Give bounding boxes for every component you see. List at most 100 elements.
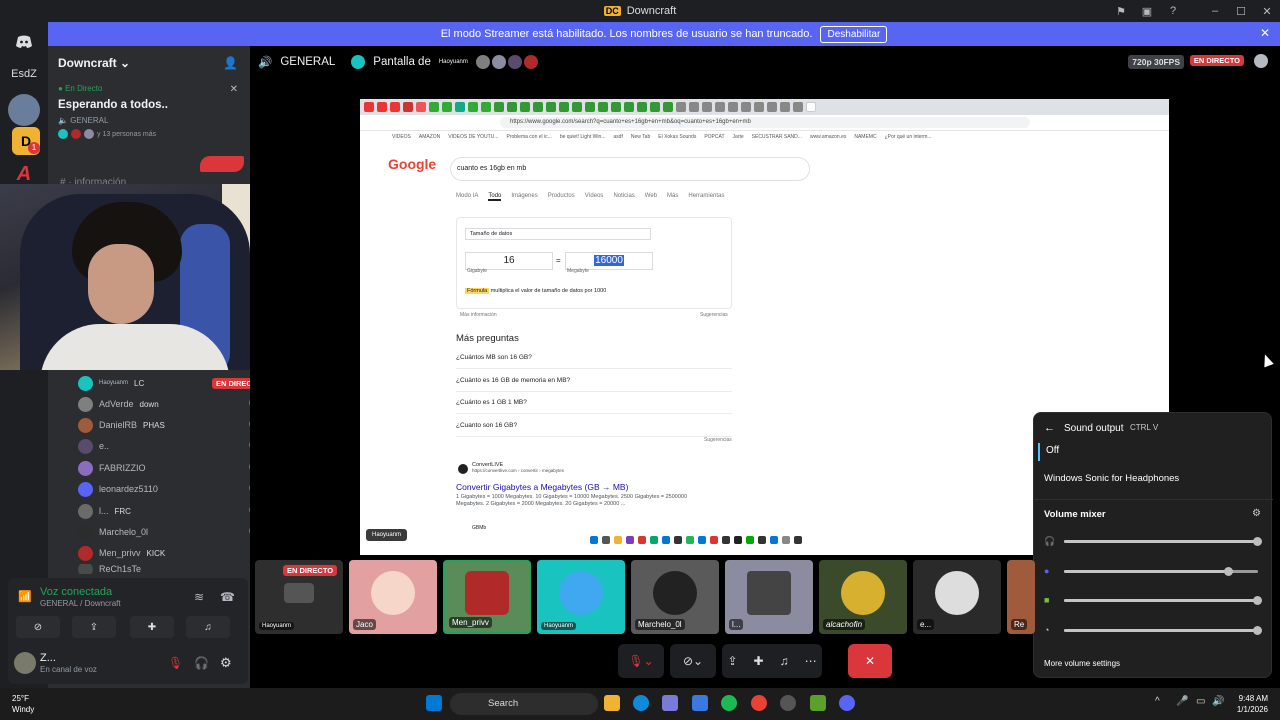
nav-item[interactable]: Productos	[548, 193, 575, 201]
start-icon[interactable]	[426, 695, 442, 711]
inbox-icon[interactable]: ⚑	[1108, 5, 1134, 18]
disable-streamer-button[interactable]: Deshabilitar	[820, 25, 888, 43]
folder-label[interactable]: EsdZ	[0, 68, 48, 80]
minecraft-icon[interactable]	[810, 695, 826, 711]
server-header[interactable]: Downcraft ⌄ 👤	[48, 46, 250, 80]
spotify-icon[interactable]	[721, 695, 737, 711]
converter-right-unit[interactable]: Megabyte	[567, 268, 655, 278]
participant-tile[interactable]: alcachofin	[819, 560, 907, 634]
bookmark[interactable]: POPCAT	[704, 134, 724, 140]
participant-tile[interactable]: e...	[913, 560, 1001, 634]
bookmark[interactable]: VIDEOS	[392, 134, 411, 140]
bookmark[interactable]: Problema con el ic...	[507, 134, 552, 140]
bookmark[interactable]: SECUSTRAR SAND...	[752, 134, 802, 140]
bookmark[interactable]: www.amazon.es	[810, 134, 846, 140]
nav-item[interactable]: Herramientas	[688, 193, 724, 201]
participant-tile[interactable]: Men_privv	[443, 560, 531, 634]
avatar[interactable]	[14, 652, 36, 674]
taskbar-clock[interactable]: 9:48 AM 1/1/2026	[1237, 693, 1268, 715]
feedback-link[interactable]: Sugerencias	[704, 437, 732, 443]
edge-icon[interactable]	[633, 695, 649, 711]
bookmark[interactable]: asdf	[613, 134, 622, 140]
gear-icon[interactable]: ⚙	[1252, 508, 1261, 519]
server-avatar[interactable]	[8, 94, 40, 126]
more-volume-settings-link[interactable]: More volume settings	[1044, 659, 1120, 668]
voice-location[interactable]: GENERAL / Downcraft	[40, 599, 121, 608]
nav-item[interactable]: Noticias	[613, 193, 634, 201]
volume-icon[interactable]: 🔊	[1212, 696, 1224, 707]
activities-icon[interactable]: ✚	[754, 654, 764, 668]
invite-icon[interactable]: 👤	[223, 56, 238, 70]
camera-off-button[interactable]: ⊘	[16, 616, 60, 638]
taskbar-search[interactable]: Search	[450, 693, 598, 715]
store-icon[interactable]	[662, 695, 678, 711]
user-name[interactable]: Z...	[40, 652, 56, 664]
participant-tile[interactable]: Re	[1007, 560, 1035, 634]
steam-icon[interactable]	[780, 695, 796, 711]
question-item[interactable]: ¿Cuántos MB son 16 GB?	[456, 347, 732, 369]
mail-icon[interactable]	[692, 695, 708, 711]
soundboard-icon[interactable]: ♫	[780, 654, 789, 668]
bookmark[interactable]: Jarte	[733, 134, 744, 140]
participant-tile[interactable]: Jaco	[349, 560, 437, 634]
participant-tile[interactable]: Haoyuanm	[537, 560, 625, 634]
chat-icon[interactable]	[1254, 54, 1268, 68]
share-screen-button[interactable]: ⇪	[72, 616, 116, 638]
result-title-link[interactable]: Convertir Gigabytes a Megabytes (GB → MB…	[456, 482, 628, 492]
file-explorer-icon[interactable]	[604, 695, 620, 711]
more-icon[interactable]: ⋯	[805, 654, 817, 668]
volume-slider-discord[interactable]	[1064, 567, 1258, 576]
nav-item[interactable]: Más	[667, 193, 678, 201]
maximize-button[interactable]: ☐	[1228, 5, 1254, 18]
more-info-link[interactable]: Más información	[460, 312, 497, 318]
close-icon[interactable]: ✕	[230, 84, 238, 95]
weather-widget[interactable]: 25°F Windy	[12, 693, 34, 715]
microphone-icon[interactable]: 🎤	[1176, 696, 1188, 707]
converter-left-unit[interactable]: Gigabyte	[467, 268, 555, 278]
back-arrow-icon[interactable]: ←	[1044, 422, 1055, 434]
bookmark[interactable]: New Tab	[631, 134, 650, 140]
share-screen-icon[interactable]: ⇪	[727, 654, 737, 668]
nav-item[interactable]: Modo IA	[456, 193, 478, 201]
noise-suppression-icon[interactable]: ≋	[194, 590, 204, 604]
camera-toggle-button[interactable]: ⊘⌄	[670, 644, 716, 678]
question-item[interactable]: ¿Cuánto es 16 GB de memoria en MB?	[456, 370, 732, 392]
feedback-link[interactable]: Sugerencias	[700, 312, 728, 318]
mic-muted-icon[interactable]: 🎙	[168, 656, 183, 670]
bookmark[interactable]: VIDEOS DE YOUTU...	[448, 134, 498, 140]
activities-button[interactable]: ✚	[130, 616, 174, 638]
bookmark[interactable]: AMAZON	[419, 134, 440, 140]
discord-home-icon[interactable]	[8, 26, 40, 58]
volume-slider-system-sounds[interactable]	[1064, 626, 1262, 635]
bookmark[interactable]: NAMEMC	[854, 134, 876, 140]
participant-tile[interactable]: l...	[725, 560, 813, 634]
signal-icon[interactable]: 📶	[18, 590, 32, 603]
nav-item[interactable]: Todo	[488, 193, 502, 201]
converter-category[interactable]: Tamaño de datos	[465, 228, 651, 240]
bookmark[interactable]: El Xokas Sounds	[658, 134, 696, 140]
nav-item[interactable]: Imágenes	[511, 193, 537, 201]
volume-slider-game[interactable]	[1064, 596, 1262, 605]
chrome-icon[interactable]	[751, 695, 767, 711]
next-result[interactable]: GBMb	[472, 525, 486, 531]
live-event-card[interactable]: ● En Directo Esperando a todos.. 🔈 GENER…	[52, 80, 246, 150]
question-item[interactable]: ¿Cuánto es 1 GB 1 MB?	[456, 392, 732, 414]
mic-muted-button[interactable]: 🎙⌄	[618, 644, 664, 678]
google-search-input[interactable]: cuanto es 16gb en mb	[450, 157, 810, 181]
question-item[interactable]: ¿Cuanto son 16 GB?	[456, 415, 732, 437]
disconnect-icon[interactable]: ☎	[220, 590, 235, 604]
volume-slider-system[interactable]	[1064, 537, 1262, 546]
bookmark[interactable]: be quiet! Light Win...	[560, 134, 606, 140]
close-window-button[interactable]: ✕	[1254, 5, 1280, 18]
address-bar[interactable]: https://www.google.com/search?q=cuanto+e…	[500, 117, 1030, 128]
gear-icon[interactable]: ⚙	[220, 655, 232, 671]
soundboard-button[interactable]: ♫	[186, 616, 230, 638]
spatial-off-option[interactable]: Off	[1038, 443, 1266, 461]
participant-tile[interactable]: Marchelo_0l	[631, 560, 719, 634]
google-logo[interactable]: Google	[388, 156, 436, 172]
participant-tile[interactable]: EN DIRECTO Haoyuanm	[255, 560, 343, 634]
nav-item[interactable]: Web	[645, 193, 657, 201]
discord-icon[interactable]	[839, 695, 855, 711]
close-icon[interactable]: ✕	[1260, 26, 1270, 40]
leave-call-button[interactable]: ✕	[848, 644, 892, 678]
